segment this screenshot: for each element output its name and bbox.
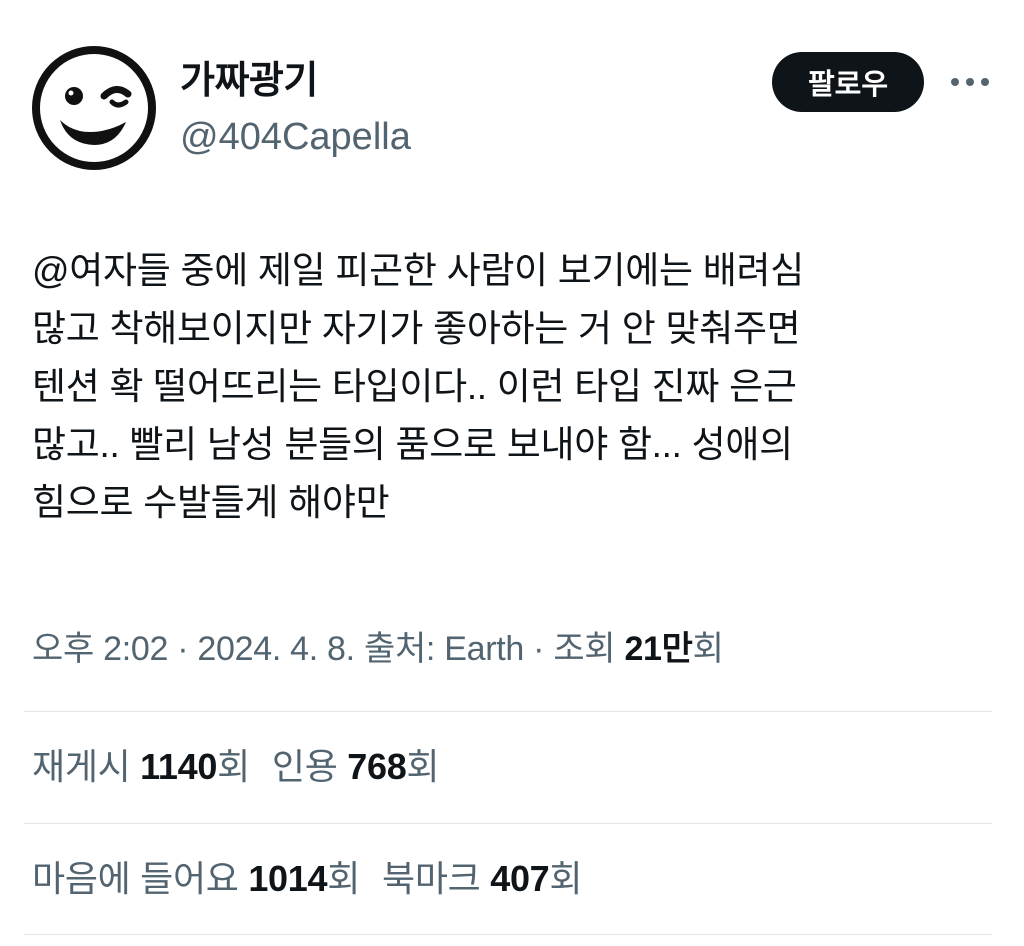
retweets-stat[interactable]: 재게시 1140회 bbox=[32, 742, 250, 792]
tweet-source: 출처: Earth bbox=[363, 630, 524, 668]
bookmarks-unit: 회 bbox=[549, 858, 583, 899]
tweet-time[interactable]: 오후 2:02 bbox=[32, 630, 168, 668]
follow-button[interactable]: 팔로우 bbox=[772, 52, 924, 112]
more-dots-icon bbox=[951, 78, 989, 86]
tweet-date[interactable]: 2024. 4. 8. bbox=[197, 630, 355, 668]
user-handle[interactable]: @404Capella bbox=[180, 112, 411, 162]
bookmarks-stat[interactable]: 북마크 407회 bbox=[382, 854, 582, 904]
views-unit: 회 bbox=[692, 630, 724, 668]
views-count: 21만 bbox=[624, 630, 693, 668]
likes-stats-row: 마음에 들어요 1014회 북마크 407회 bbox=[32, 854, 583, 904]
quotes-stat[interactable]: 인용 768회 bbox=[271, 742, 440, 792]
divider bbox=[24, 711, 992, 712]
quotes-count: 768 bbox=[347, 746, 407, 787]
likes-unit: 회 bbox=[327, 858, 361, 899]
tweet-text: @여자들 중에 제일 피곤한 사람이 보기에는 배려심 많고 착해보이지만 자기… bbox=[32, 250, 804, 523]
retweets-unit: 회 bbox=[217, 746, 250, 787]
likes-count: 1014 bbox=[248, 858, 328, 899]
repost-stats-row: 재게시 1140회 인용 768회 bbox=[32, 742, 440, 792]
more-options-button[interactable] bbox=[946, 64, 994, 100]
tweet-meta: 오후 2:02 · 2024. 4. 8. 출처: Earth · 조회 21만… bbox=[32, 624, 724, 674]
likes-label: 마음에 들어요 bbox=[32, 858, 249, 899]
likes-stat[interactable]: 마음에 들어요 1014회 bbox=[32, 854, 360, 904]
avatar[interactable] bbox=[30, 44, 158, 172]
views-label: 조회 bbox=[553, 630, 625, 668]
winking-face-icon bbox=[32, 46, 156, 170]
divider bbox=[24, 934, 992, 935]
display-name[interactable]: 가짜광기 bbox=[180, 56, 318, 106]
retweets-count: 1140 bbox=[140, 746, 218, 787]
divider bbox=[24, 823, 992, 824]
bookmarks-label: 북마크 bbox=[382, 858, 491, 899]
quotes-label: 인용 bbox=[271, 746, 348, 787]
quotes-unit: 회 bbox=[406, 746, 440, 787]
meta-space bbox=[355, 630, 364, 668]
meta-separator: · bbox=[168, 630, 198, 668]
bookmarks-count: 407 bbox=[490, 858, 550, 899]
retweets-label: 재게시 bbox=[32, 746, 141, 787]
meta-separator: · bbox=[524, 630, 554, 668]
